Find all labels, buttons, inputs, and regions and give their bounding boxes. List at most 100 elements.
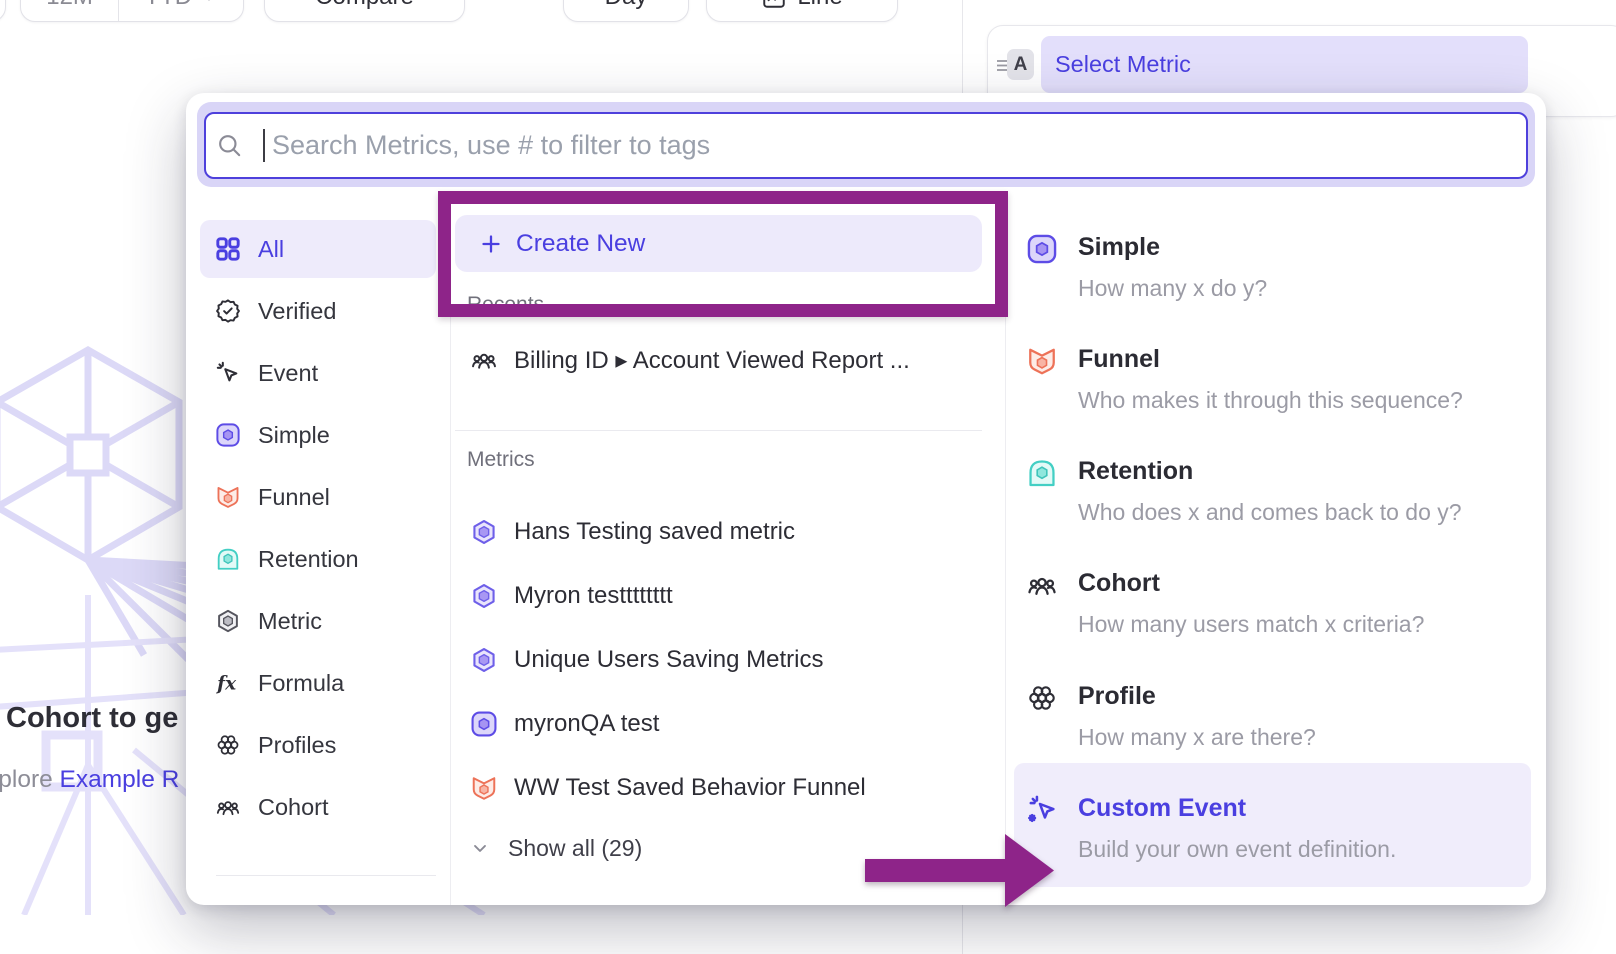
sidebar-item-tags[interactable]: Tags <box>200 888 436 905</box>
metric-list-item[interactable]: Myron testttttttt <box>455 571 982 621</box>
saved-metric-icon <box>470 646 498 674</box>
metric-list-item[interactable]: Unique Users Saving Metrics <box>455 635 982 685</box>
metric-item-label: Myron testttttttt <box>514 582 673 610</box>
simple-metric-icon <box>1026 233 1058 265</box>
range-ytd-button[interactable]: YTD <box>118 0 243 21</box>
recent-item-label: Billing ID ▸ Account Viewed Report ... <box>514 346 910 375</box>
sidebar-item-metric[interactable]: Metric <box>200 592 436 650</box>
explore-prefix: xplore <box>0 766 53 793</box>
profiles-icon <box>215 732 241 758</box>
sidebar-item-label: Retention <box>258 546 359 573</box>
type-title: Funnel <box>1078 345 1160 374</box>
saved-metric-icon <box>470 582 498 610</box>
empty-state-heading-fragment: Cohort to ge <box>6 702 178 735</box>
range-12m-label: 12M <box>46 0 93 11</box>
chevron-down-icon <box>200 0 218 6</box>
search-input[interactable] <box>204 112 1528 179</box>
metric-list-item[interactable]: Hans Testing saved metric <box>455 507 982 557</box>
funnel-icon <box>215 484 241 510</box>
sidebar-divider <box>216 875 436 876</box>
sidebar-item-label: Metric <box>258 608 322 635</box>
metric-list-item[interactable]: myronQA test <box>455 699 982 749</box>
sidebar-item-label: Cohort <box>258 794 329 821</box>
sidebar-item-label: Profiles <box>258 732 336 759</box>
type-title: Profile <box>1078 682 1156 711</box>
compare-button[interactable]: Compare <box>264 0 465 22</box>
sidebar-item-cohort[interactable]: Cohort <box>200 778 436 836</box>
svg-text:fx: fx <box>215 674 237 695</box>
text-caret <box>263 129 265 162</box>
sidebar-item-label: All <box>258 236 284 263</box>
empty-state-explore-line: xplore Example R <box>0 766 179 794</box>
show-all-toggle[interactable]: Show all (29) <box>455 828 775 868</box>
sidebar-item-profiles[interactable]: Profiles <box>200 716 436 774</box>
type-cohort[interactable]: Cohort How many users match x criteria? <box>1014 569 1532 645</box>
metric-row-badge: A <box>1007 49 1034 80</box>
type-description: How many x are there? <box>1078 724 1316 751</box>
sidebar-item-retention[interactable]: Retention <box>200 530 436 588</box>
sidebar-item-label: Funnel <box>258 484 330 511</box>
type-title: Custom Event <box>1078 794 1246 823</box>
example-reports-link[interactable]: Example R <box>60 766 180 793</box>
type-funnel[interactable]: Funnel Who makes it through this sequenc… <box>1014 345 1532 421</box>
sidebar-item-event[interactable]: Event <box>200 344 436 402</box>
screen: 12M YTD Compare Day Line <box>0 0 1616 954</box>
verified-badge-icon <box>215 298 241 324</box>
sidebar-item-label: Verified <box>258 298 336 325</box>
cohort-icon <box>470 346 498 374</box>
line-chart-type-button[interactable]: Line <box>706 0 898 22</box>
list-types-divider <box>1005 215 1006 905</box>
day-label: Day <box>605 0 648 11</box>
type-title: Simple <box>1078 233 1160 262</box>
sidebar-item-verified[interactable]: Verified <box>200 282 436 340</box>
annotation-rectangle-create-new <box>438 191 1008 317</box>
simple-metric-icon <box>470 710 498 738</box>
line-label: Line <box>797 0 842 11</box>
saved-metric-icon <box>470 518 498 546</box>
simple-metric-icon <box>215 422 241 448</box>
type-retention[interactable]: Retention Who does x and comes back to d… <box>1014 457 1532 533</box>
type-description: Who does x and comes back to do y? <box>1078 499 1462 526</box>
select-metric-label: Select Metric <box>1055 51 1191 78</box>
sidebar-item-label: Event <box>258 360 318 387</box>
chevron-down-icon <box>470 838 490 858</box>
type-description: How many users match x criteria? <box>1078 611 1424 638</box>
metric-item-label: myronQA test <box>514 710 659 738</box>
day-granularity-button[interactable]: Day <box>563 0 689 22</box>
retention-icon <box>215 546 241 572</box>
type-custom-event[interactable]: Custom Event Build your own event defini… <box>1014 794 1532 870</box>
funnel-icon <box>1026 345 1058 377</box>
sidebar-item-simple[interactable]: Simple <box>200 406 436 464</box>
type-description: Build your own event definition. <box>1078 836 1396 863</box>
type-title: Retention <box>1078 457 1193 486</box>
custom-event-icon <box>1026 794 1058 826</box>
metrics-heading: Metrics <box>467 448 535 472</box>
type-title: Cohort <box>1078 569 1160 598</box>
formula-icon: fx <box>215 670 241 696</box>
retention-icon <box>1026 457 1058 489</box>
toolbar-partial-button[interactable] <box>0 0 6 22</box>
sidebar-item-label: Simple <box>258 422 330 449</box>
metric-list-item[interactable]: WW Test Saved Behavior Funnel <box>455 763 982 813</box>
sidebar-item-formula[interactable]: fx Formula <box>200 654 436 712</box>
select-metric-chip[interactable]: Select Metric <box>1041 36 1528 93</box>
sidebar-item-label: Tags <box>258 904 308 906</box>
tag-icon <box>215 904 241 905</box>
range-12m-button[interactable]: 12M <box>21 0 118 21</box>
metric-item-label: Unique Users Saving Metrics <box>514 646 823 674</box>
funnel-icon <box>470 774 498 802</box>
type-simple[interactable]: Simple How many x do y? <box>1014 233 1532 309</box>
sidebar-item-funnel[interactable]: Funnel <box>200 468 436 526</box>
event-cursor-icon <box>215 360 241 386</box>
type-profile[interactable]: Profile How many x are there? <box>1014 682 1532 758</box>
range-ytd-label: YTD <box>144 0 192 11</box>
recent-item-billing[interactable]: Billing ID ▸ Account Viewed Report ... <box>455 338 982 382</box>
type-description: Who makes it through this sequence? <box>1078 387 1463 414</box>
metric-hexagon-icon <box>215 608 241 634</box>
grid-icon <box>215 236 241 262</box>
annotation-arrow-custom-event <box>858 828 1058 916</box>
sidebar-item-all[interactable]: All <box>200 220 436 278</box>
sidebar-list-divider <box>450 215 451 905</box>
line-chart-icon <box>761 0 787 10</box>
cohort-icon <box>215 794 241 820</box>
